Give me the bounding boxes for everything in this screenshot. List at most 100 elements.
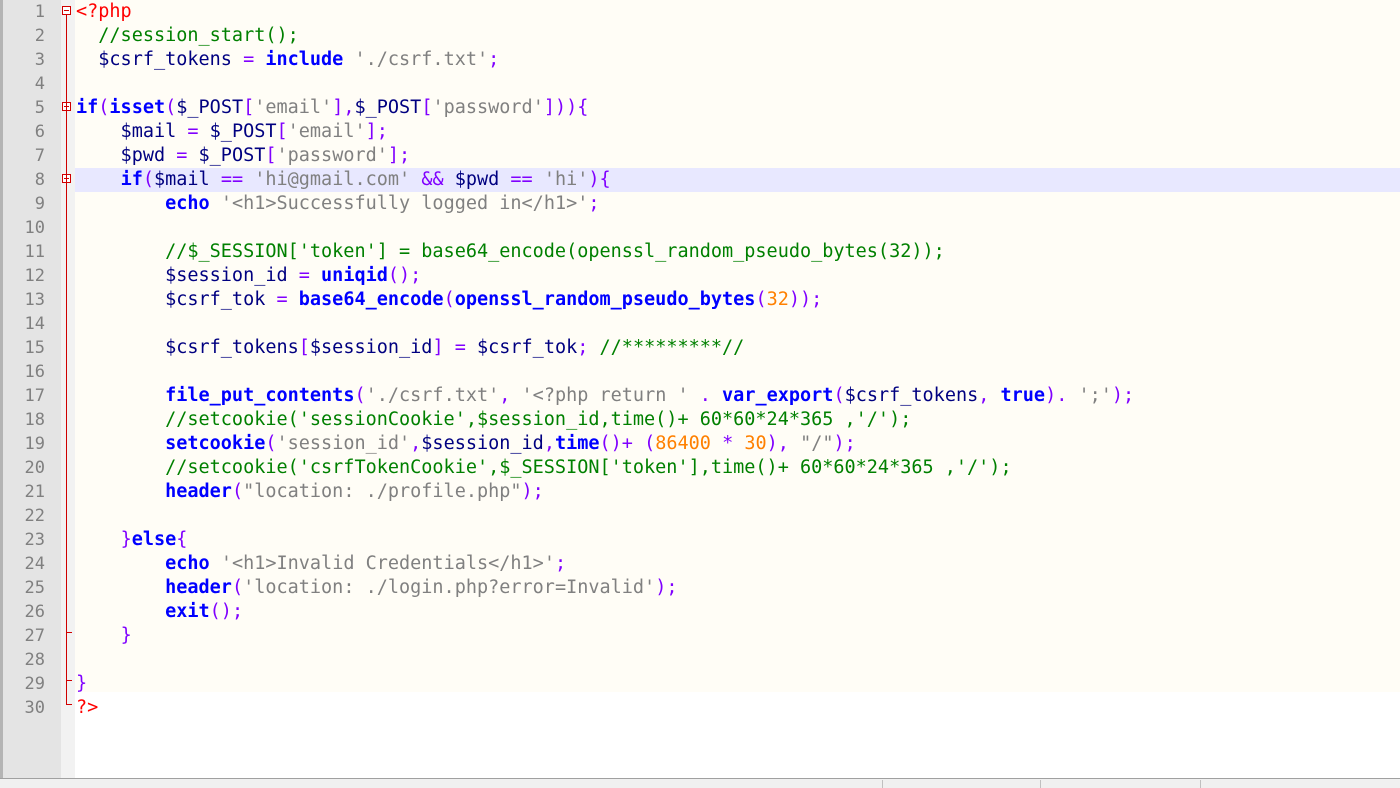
code-text[interactable]: echo '<h1>Invalid Credentials</h1>'; <box>75 552 1400 576</box>
code-line[interactable]: 16 <box>0 360 1400 384</box>
code-token: ; <box>577 337 589 358</box>
code-text[interactable]: //setcookie('sessionCookie',$session_id,… <box>75 408 1400 432</box>
code-text[interactable]: $csrf_tok = base64_encode(openssl_random… <box>75 288 1400 312</box>
code-text[interactable]: $csrf_tokens = include './csrf.txt'; <box>75 48 1400 72</box>
code-token: 'password' <box>432 97 544 118</box>
code-token: setcookie <box>165 433 266 454</box>
code-text[interactable]: } <box>75 624 1400 648</box>
code-line[interactable]: 4 <box>0 72 1400 96</box>
code-text[interactable]: $pwd = $_POST['password']; <box>75 144 1400 168</box>
code-text[interactable]: //session_start(); <box>75 24 1400 48</box>
code-text[interactable]: $mail = $_POST['email']; <box>75 120 1400 144</box>
code-line[interactable]: 12 $session_id = uniqid(); <box>0 264 1400 288</box>
code-line[interactable]: 25 header('location: ./login.php?error=I… <box>0 576 1400 600</box>
code-line[interactable]: 27 } <box>0 624 1400 648</box>
code-text[interactable] <box>75 360 1400 384</box>
code-text[interactable]: header("location: ./profile.php"); <box>75 480 1400 504</box>
code-text[interactable]: }else{ <box>75 528 1400 552</box>
code-token: '<h1>Successfully logged in</h1>' <box>220 193 589 214</box>
fold-range-line <box>66 15 67 705</box>
line-number: 20 <box>24 458 45 478</box>
line-number: 9 <box>34 194 45 214</box>
code-line[interactable]: 7 $pwd = $_POST['password']; <box>0 144 1400 168</box>
code-text[interactable] <box>75 648 1400 672</box>
code-line[interactable]: 3 $csrf_tokens = include './csrf.txt'; <box>0 48 1400 72</box>
code-token: $_POST <box>187 145 266 166</box>
code-text[interactable]: $csrf_tokens[$session_id] = $csrf_tok; /… <box>75 336 1400 360</box>
code-token: $session_id <box>76 265 299 286</box>
code-token: echo <box>165 553 210 574</box>
line-number: 17 <box>24 386 45 406</box>
fold-toggle-icon[interactable] <box>62 6 71 15</box>
code-line[interactable]: 6 $mail = $_POST['email']; <box>0 120 1400 144</box>
code-line[interactable]: 14 <box>0 312 1400 336</box>
code-text[interactable] <box>75 504 1400 528</box>
code-line[interactable]: 19 setcookie('session_id',$session_id,ti… <box>0 432 1400 456</box>
code-line[interactable]: 22 <box>0 504 1400 528</box>
code-token: $pwd <box>443 169 511 190</box>
code-line[interactable]: 9 echo '<h1>Successfully logged in</h1>'… <box>0 192 1400 216</box>
code-token: 30 <box>744 433 767 454</box>
code-text[interactable]: $session_id = uniqid(); <box>75 264 1400 288</box>
code-line[interactable]: 21 header("location: ./profile.php"); <box>0 480 1400 504</box>
code-line[interactable]: 2 //session_start(); <box>0 24 1400 48</box>
code-text[interactable]: //$_SESSION['token'] = base64_encode(ope… <box>75 240 1400 264</box>
code-token: = <box>187 121 199 142</box>
code-text[interactable]: file_put_contents('./csrf.txt', '<?php r… <box>75 384 1400 408</box>
code-text[interactable] <box>75 312 1400 336</box>
code-line[interactable]: 15 $csrf_tokens[$session_id] = $csrf_tok… <box>0 336 1400 360</box>
code-line[interactable]: 28 <box>0 648 1400 672</box>
code-token: ); <box>1111 385 1135 406</box>
code-line[interactable]: 29} <box>0 672 1400 696</box>
line-number: 18 <box>24 410 45 430</box>
status-bar <box>0 778 1400 788</box>
code-text[interactable]: ?> <box>75 696 1400 720</box>
line-number: 5 <box>34 98 45 118</box>
code-token: $csrf_tok <box>465 337 578 358</box>
code-line[interactable]: 8 if($mail == 'hi@gmail.com' && $pwd == … <box>0 168 1400 192</box>
code-text[interactable]: if(isset($_POST['email'],$_POST['passwor… <box>75 96 1400 120</box>
code-token: './csrf.txt' <box>354 49 489 70</box>
line-number: 22 <box>24 506 45 526</box>
code-text[interactable] <box>75 72 1400 96</box>
code-token: (); <box>209 601 244 622</box>
code-line[interactable]: 17 file_put_contents('./csrf.txt', '<?ph… <box>0 384 1400 408</box>
code-line[interactable]: 13 $csrf_tok = base64_encode(openssl_ran… <box>0 288 1400 312</box>
code-token: else <box>131 529 177 550</box>
code-text[interactable]: setcookie('session_id',$session_id,time(… <box>75 432 1400 456</box>
code-line[interactable]: 1 <?php <box>0 0 1400 24</box>
code-text[interactable]: <?php <box>75 0 1400 24</box>
code-token: $csrf_tok <box>76 289 277 310</box>
code-text[interactable]: if($mail == 'hi@gmail.com' && $pwd == 'h… <box>75 168 1400 192</box>
code-line[interactable]: 23 }else{ <box>0 528 1400 552</box>
code-line[interactable]: 20 //setcookie('csrfTokenCookie',$_SESSI… <box>0 456 1400 480</box>
code-token: echo <box>165 193 210 214</box>
code-text[interactable]: header('location: ./login.php?error=Inva… <box>75 576 1400 600</box>
code-token: ), <box>766 433 789 454</box>
code-line[interactable]: 26 exit(); <box>0 600 1400 624</box>
code-token: exit <box>165 601 210 622</box>
code-line[interactable]: 10 <box>0 216 1400 240</box>
code-text[interactable]: exit(); <box>75 600 1400 624</box>
code-token: 'password' <box>276 145 388 166</box>
code-text[interactable] <box>75 216 1400 240</box>
code-line[interactable]: 11 //$_SESSION['token'] = base64_encode(… <box>0 240 1400 264</box>
line-number: 11 <box>24 242 45 262</box>
code-token: $_POST <box>354 97 422 118</box>
code-text[interactable]: echo '<h1>Successfully logged in</h1>'; <box>75 192 1400 216</box>
code-line[interactable]: 30 ?> <box>0 696 1400 720</box>
line-number: 4 <box>34 74 45 94</box>
code-text[interactable]: //setcookie('csrfTokenCookie',$_SESSION[… <box>75 456 1400 480</box>
code-line[interactable]: 24 echo '<h1>Invalid Credentials</h1>'; <box>0 552 1400 576</box>
code-line[interactable]: 5 if(isset($_POST['email'],$_POST['passwo… <box>0 96 1400 120</box>
code-text[interactable]: } <box>75 672 1400 696</box>
code-line[interactable]: 18 //setcookie('sessionCookie',$session_… <box>0 408 1400 432</box>
